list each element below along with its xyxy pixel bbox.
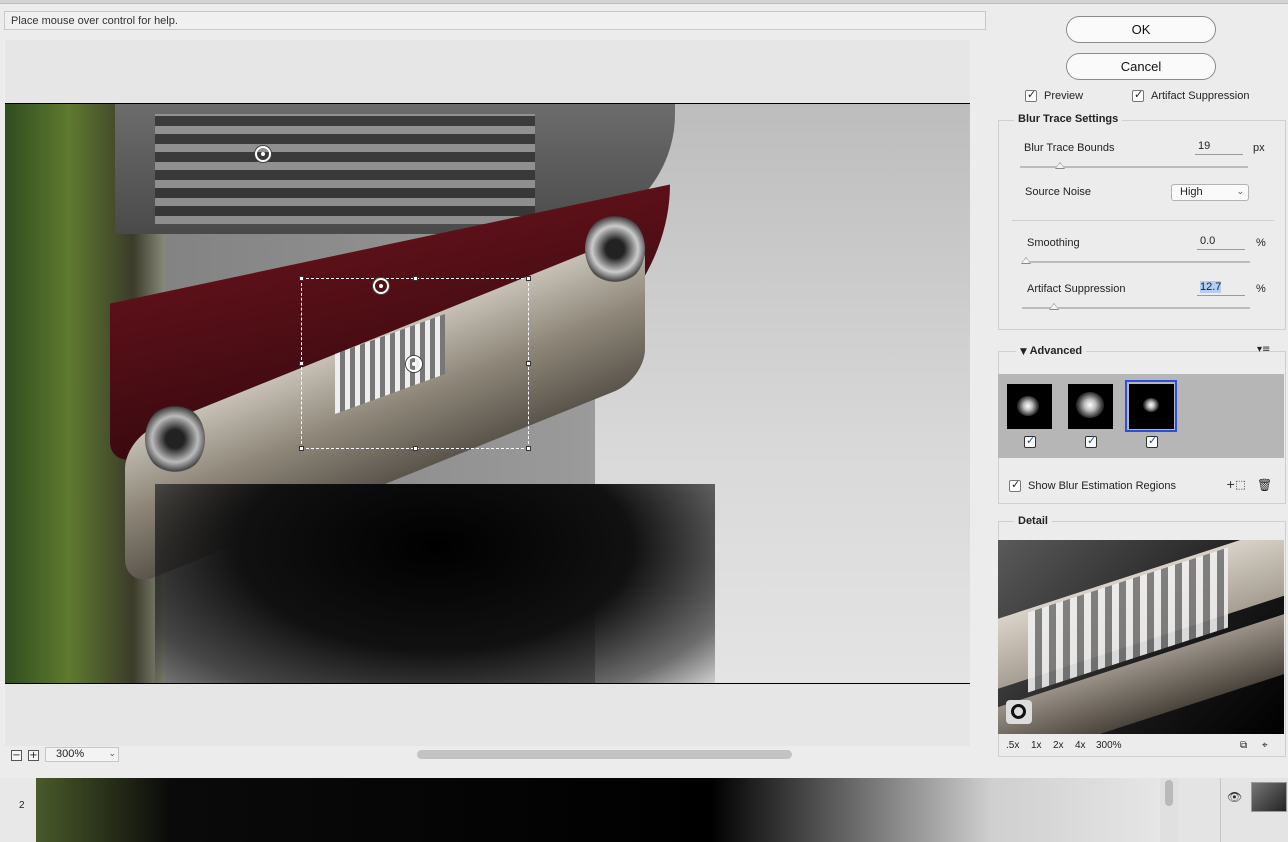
chevron-down-icon: ⌄	[108, 749, 116, 759]
region-handle[interactable]	[526, 361, 531, 366]
horizontal-scrollbar[interactable]	[417, 750, 792, 759]
source-noise-value: High	[1180, 186, 1203, 198]
blur-trace-bounds-unit: px	[1253, 142, 1265, 154]
smoothing-slider[interactable]	[1022, 261, 1250, 263]
artifact-suppression-setting-label: Artifact Suppression	[1027, 283, 1126, 295]
zoom-value: 300%	[56, 748, 85, 760]
source-noise-select[interactable]: High ⌄	[1171, 184, 1249, 201]
detail-zoom-1x[interactable]: 1x	[1031, 740, 1042, 751]
triangle-down-icon: ▼	[1020, 347, 1027, 357]
region-handle[interactable]	[526, 276, 531, 281]
artifact-suppression-unit: %	[1256, 283, 1266, 295]
artifact-suppression-value: 12.7	[1200, 281, 1222, 293]
preview-checkbox[interactable]	[1025, 88, 1037, 102]
zoom-bar: − + 300% ⌄	[5, 746, 970, 764]
blur-trace-bounds-field[interactable]: 19	[1195, 140, 1243, 155]
blur-trace-settings-title: Blur Trace Settings	[1014, 113, 1123, 125]
chevron-down-icon: ⌄	[1236, 187, 1244, 197]
region-handle[interactable]	[299, 361, 304, 366]
panel-menu-icon[interactable]: ▾≡	[1257, 344, 1270, 355]
region-handle[interactable]	[526, 446, 531, 451]
workspace-background: 2 👁	[0, 778, 1288, 842]
ok-button[interactable]: OK	[1066, 16, 1216, 43]
blur-kernel-thumbnail[interactable]	[1068, 384, 1113, 429]
smoothing-field[interactable]: 0.0	[1197, 235, 1245, 250]
title-strip	[0, 0, 1288, 4]
zoom-in-button[interactable]: +	[28, 750, 39, 761]
blur-kernel-strip	[998, 374, 1284, 458]
blur-estimation-region[interactable]	[299, 276, 531, 451]
add-region-icon[interactable]: +⬚	[1226, 478, 1246, 491]
kernel-checkbox[interactable]	[1024, 434, 1036, 448]
blur-kernel-thumbnail[interactable]	[1129, 384, 1174, 429]
help-bar: Place mouse over control for help.	[4, 11, 986, 30]
layers-panel: 👁	[1178, 778, 1288, 842]
blur-trace-bounds-thumb[interactable]	[1055, 162, 1065, 169]
artifact-suppression-label: Artifact Suppression	[1151, 90, 1250, 102]
smoothing-unit: %	[1256, 237, 1266, 249]
preview-canvas[interactable]	[5, 40, 970, 746]
detail-title: Detail	[1014, 515, 1052, 527]
detail-target-icon[interactable]: ⌖	[1262, 740, 1268, 751]
cancel-button[interactable]: Cancel	[1066, 53, 1216, 80]
trash-icon[interactable]: 🗑	[1257, 478, 1272, 492]
artifact-suppression-checkbox[interactable]	[1132, 88, 1144, 102]
blur-trace-bounds-label: Blur Trace Bounds	[1024, 142, 1115, 154]
source-noise-label: Source Noise	[1025, 186, 1092, 198]
region-pin-icon[interactable]	[373, 278, 389, 294]
zoom-out-button[interactable]: −	[11, 750, 22, 761]
zoom-select[interactable]: 300% ⌄	[45, 747, 119, 762]
smart-sharpen-dialog: Place mouse over control for help. − + 3…	[0, 0, 1288, 778]
detail-zoom-2x[interactable]: 2x	[1053, 740, 1064, 751]
detail-zoom-0-5x[interactable]: .5x	[1006, 740, 1019, 751]
detail-zoom-300[interactable]: 300%	[1096, 740, 1122, 751]
blur-kernel-thumbnail[interactable]	[1007, 384, 1052, 429]
show-regions-checkbox[interactable]	[1009, 478, 1021, 492]
vertical-ruler	[0, 778, 36, 842]
detail-float-icon[interactable]: ⧉	[1240, 740, 1247, 751]
kernel-checkbox[interactable]	[1085, 434, 1097, 448]
ruler-mark: 2	[19, 800, 25, 811]
detail-zoom-4x[interactable]: 4x	[1075, 740, 1086, 751]
smoothing-thumb[interactable]	[1021, 257, 1031, 264]
document-canvas[interactable]	[36, 778, 1160, 842]
region-center-pin-icon[interactable]	[406, 356, 422, 372]
region-handle[interactable]	[299, 276, 304, 281]
region-pin-icon[interactable]	[255, 146, 271, 162]
layer-thumbnail[interactable]	[1251, 782, 1287, 812]
detail-preview[interactable]	[998, 540, 1284, 734]
kernel-checkbox[interactable]	[1146, 434, 1158, 448]
divider	[1012, 220, 1274, 221]
smoothing-label: Smoothing	[1027, 237, 1080, 249]
preview-label: Preview	[1044, 90, 1084, 102]
artifact-suppression-thumb[interactable]	[1049, 303, 1059, 310]
focus-loupe-icon[interactable]	[1006, 700, 1032, 724]
show-regions-label: Show Blur Estimation Regions	[1028, 480, 1176, 492]
preview-image[interactable]	[5, 103, 970, 684]
vertical-scrollbar[interactable]	[1160, 778, 1178, 842]
region-handle[interactable]	[413, 446, 418, 451]
advanced-title: Advanced	[1029, 345, 1083, 357]
region-handle[interactable]	[299, 446, 304, 451]
advanced-toggle[interactable]: ▼ Advanced	[1016, 345, 1087, 357]
eye-icon[interactable]: 👁	[1227, 790, 1242, 804]
region-handle[interactable]	[413, 276, 418, 281]
artifact-suppression-field[interactable]: 12.7	[1197, 281, 1245, 296]
